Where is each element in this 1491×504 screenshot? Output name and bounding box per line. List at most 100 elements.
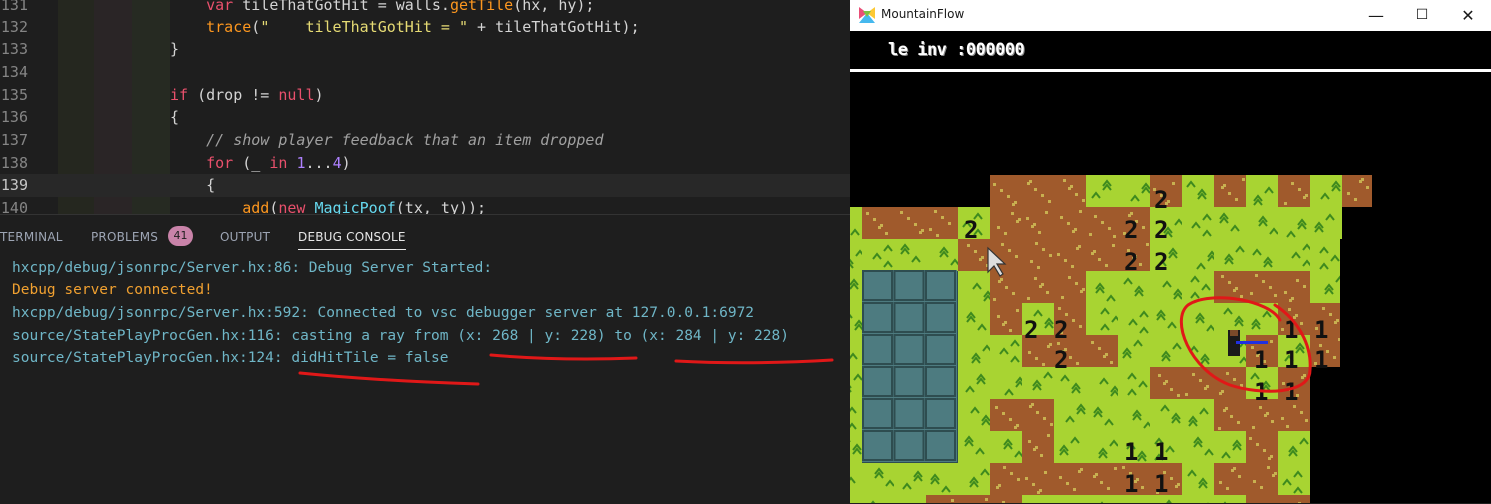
dirt-speck — [1226, 372, 1229, 375]
dirt-speck — [1219, 481, 1222, 484]
code-text: add(new MagicPoof(tx, ty)); — [242, 199, 487, 214]
dirt-speck — [1192, 373, 1195, 376]
map-tile — [1310, 207, 1342, 239]
dirt-speck — [1130, 212, 1133, 215]
dirt-speck — [1034, 188, 1037, 191]
dirt-speck — [1028, 351, 1031, 354]
code-text: if (drop != null) — [170, 86, 324, 104]
dirt-speck — [1017, 478, 1020, 481]
minimize-button[interactable]: — — [1353, 0, 1399, 31]
dirt-speck — [1262, 280, 1265, 283]
line-number: 135 — [0, 86, 28, 104]
map-tile — [1246, 271, 1278, 303]
dirt-speck — [936, 234, 939, 237]
dirt-speck — [1235, 198, 1238, 201]
map-tile — [894, 495, 926, 503]
dirt-speck — [948, 222, 951, 225]
dirt-speck — [1095, 473, 1098, 476]
dirt-speck — [1270, 455, 1273, 458]
dirt-speck — [1233, 467, 1236, 470]
dirt-speck — [1049, 254, 1052, 257]
map-tile — [1182, 399, 1214, 431]
dirt-speck — [1080, 468, 1083, 471]
line-number: 138 — [0, 154, 28, 172]
code-line[interactable]: 131 var tileThatGotHit = walls.getTile(h… — [0, 0, 850, 17]
dirt-speck — [1354, 198, 1357, 201]
game-window[interactable]: 22222222211111111111 MountainFlow — ☐ ✕ … — [850, 0, 1491, 503]
dirt-speck — [1033, 223, 1036, 226]
map-tile — [1086, 175, 1118, 207]
dirt-speck — [914, 223, 917, 226]
window-titlebar[interactable]: MountainFlow — ☐ ✕ — [850, 0, 1491, 31]
code-line[interactable]: 139 { — [0, 174, 850, 197]
dirt-speck — [1228, 192, 1231, 195]
dirt-speck — [1242, 178, 1245, 181]
code-line[interactable]: 138 for (_ in 1...4) — [0, 152, 850, 175]
dirt-speck — [1286, 425, 1289, 428]
dirt-speck — [1122, 466, 1125, 469]
dirt-speck — [1048, 200, 1051, 203]
dirt-speck — [1336, 319, 1339, 322]
dirt-speck — [1333, 356, 1336, 359]
map-tile — [1150, 303, 1182, 335]
map-tile — [990, 175, 1022, 207]
dirt-speck — [1221, 390, 1224, 393]
dirt-speck — [1177, 394, 1180, 397]
player-head — [1230, 330, 1238, 336]
map-tile — [1022, 399, 1054, 431]
dirt-speck — [1060, 216, 1063, 219]
code-line[interactable]: 134 — [0, 61, 850, 84]
map-tile — [1246, 175, 1278, 207]
code-line[interactable]: 133} — [0, 38, 850, 61]
map-tile — [850, 335, 862, 367]
dirt-speck — [1361, 178, 1364, 181]
close-button[interactable]: ✕ — [1445, 0, 1491, 31]
dirt-speck — [1089, 233, 1092, 236]
dirt-speck — [1260, 486, 1263, 489]
dirt-speck — [993, 298, 996, 301]
dirt-speck — [1249, 437, 1252, 440]
code-editor[interactable]: 131 var tileThatGotHit = walls.getTile(h… — [0, 0, 850, 214]
code-line[interactable]: 135 if (drop != null) — [0, 84, 850, 107]
code-text: for (_ in 1...4) — [206, 154, 351, 172]
dirt-speck — [1252, 426, 1255, 429]
dirt-speck — [1008, 249, 1011, 252]
dirt-speck — [1074, 228, 1077, 231]
map-tile — [1246, 239, 1278, 271]
dirt-speck — [1225, 407, 1228, 410]
dirt-speck — [1274, 294, 1277, 297]
maximize-button[interactable]: ☐ — [1399, 0, 1445, 31]
dirt-speck — [1139, 263, 1142, 266]
dirt-speck — [1001, 243, 1004, 246]
map-tile — [1310, 271, 1342, 303]
map-tile — [1118, 335, 1150, 367]
map-glyph: 2 — [1154, 186, 1168, 214]
code-line[interactable]: 132 trace(" tileThatGotHit = " + tileTha… — [0, 16, 850, 39]
tile-map[interactable]: 22 22 222 221 11 1 11 11 11 1 — [850, 0, 1491, 503]
dirt-speck — [1199, 379, 1202, 382]
dirt-speck — [1079, 325, 1082, 328]
dirt-speck — [873, 218, 876, 221]
dirt-speck — [1005, 286, 1008, 289]
dirt-speck — [1303, 285, 1306, 288]
dirt-speck — [1069, 356, 1072, 359]
dirt-speck — [1146, 243, 1149, 246]
code-line[interactable]: 137 // show player feedback that an item… — [0, 129, 850, 152]
dirt-speck — [1046, 291, 1049, 294]
map-void — [850, 175, 990, 207]
dirt-speck — [1012, 292, 1015, 295]
dirt-speck — [1004, 321, 1007, 324]
map-glyph: 1 — [1124, 438, 1138, 466]
dirt-speck — [1032, 483, 1035, 486]
code-text: // show player feedback that an item dro… — [206, 131, 604, 149]
dirt-speck — [1253, 480, 1256, 483]
dirt-speck — [1075, 282, 1078, 285]
dirt-speck — [1003, 466, 1006, 469]
code-line[interactable]: 136 { — [0, 106, 850, 129]
dirt-speck — [1000, 189, 1003, 192]
map-tile — [1246, 463, 1278, 495]
dirt-speck — [951, 499, 954, 502]
map-tile — [1310, 175, 1342, 207]
code-line[interactable]: 140 add(new MagicPoof(tx, ty)); — [0, 197, 850, 214]
map-tile — [1054, 463, 1086, 495]
